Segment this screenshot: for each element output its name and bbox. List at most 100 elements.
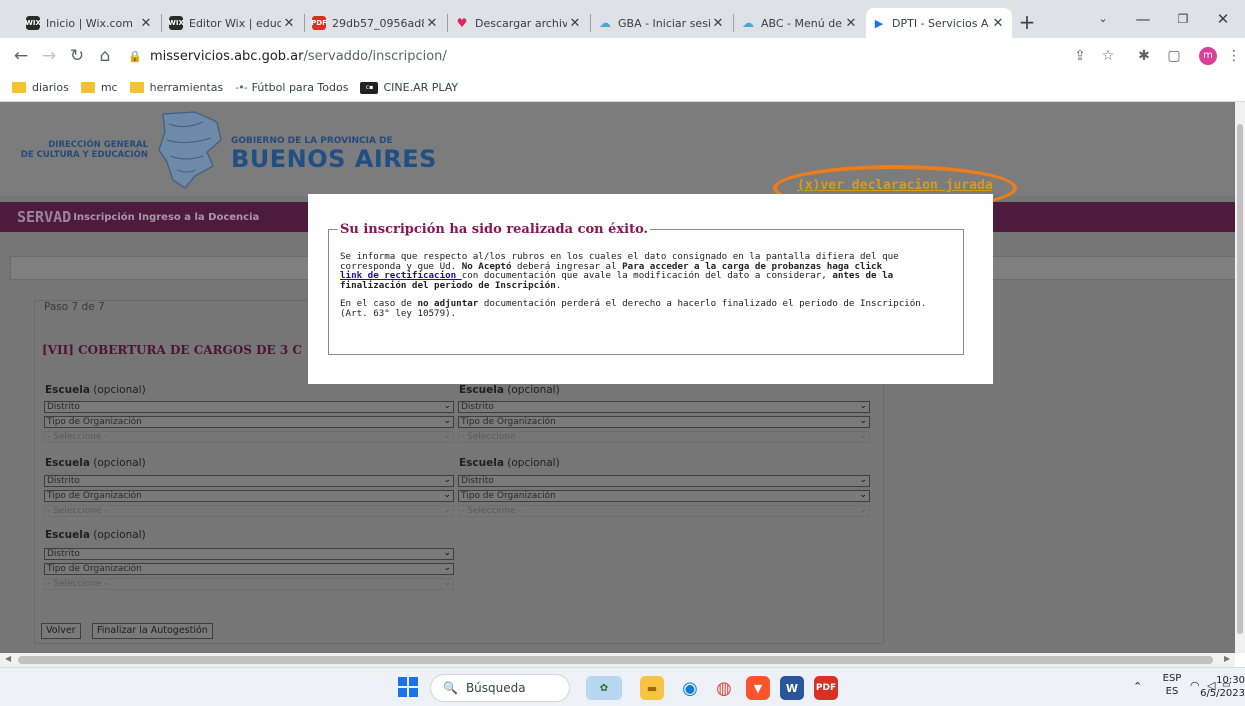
minimize-icon[interactable]: — [1123,8,1163,30]
cloud-icon: ☁ [742,16,754,30]
close-icon[interactable]: ✕ [990,16,1006,31]
back-icon[interactable]: ← [8,43,34,69]
escuela-label: Escuela (opcional) [459,384,560,396]
tab-separator [161,14,162,32]
windows-start-icon[interactable] [398,677,418,697]
chevron-up-icon[interactable]: ⌃ [1133,680,1142,693]
bookmark-star-icon[interactable]: ☆ [1096,44,1120,68]
tab-label: GBA - Iniciar sesi [618,16,710,30]
vertical-scrollbar[interactable] [1235,102,1245,653]
close-window-icon[interactable]: ✕ [1203,8,1243,30]
edge-icon[interactable]: ◉ [678,676,702,700]
acrobat-icon[interactable]: PDF [814,676,838,700]
tab-strip: WIX Inicio | Wix.com ✕ WIX Editor Wix | … [0,0,1245,38]
scrollbar-thumb[interactable] [1237,124,1243,634]
establecimiento-select[interactable]: - Seleccione - ⌄ [458,505,870,517]
tab-wix-editor[interactable]: WIX Editor Wix | educ ✕ [163,8,303,38]
tab-gba[interactable]: ☁ GBA - Iniciar sesi ✕ [592,8,732,38]
new-tab-button[interactable]: + [1014,10,1040,36]
heart-icon: ♥ [456,16,468,30]
tab-wix-inicio[interactable]: WIX Inicio | Wix.com ✕ [20,8,160,38]
bookmark-mc[interactable]: mc [80,81,118,94]
dialog-body: Se informa que respecto al/los rubros en… [340,252,955,328]
scroll-right-icon[interactable]: ▶ [1224,654,1230,663]
tab-separator [590,14,591,32]
taskbar: 🔍 Búsqueda ✿ ▬ ◉ ◍ ▼ W PDF ⌃ ESP ES ◠ ◁ ▭… [0,667,1245,706]
tab-abc[interactable]: ☁ ABC - Menú de A ✕ [735,8,865,38]
tipo-org-select[interactable]: Tipo de Organización ⌄ [44,416,454,428]
profile-avatar[interactable]: m [1199,47,1217,65]
close-icon[interactable]: ✕ [567,16,583,31]
tab-search-icon[interactable]: ⌄ [1083,8,1123,30]
reload-icon[interactable]: ↻ [64,43,90,69]
escuela-label: Escuela (opcional) [45,457,146,469]
url-host: misservicios.abc.gob.ar [150,48,304,64]
widgets-icon[interactable]: ✿ [586,676,622,700]
close-icon[interactable]: ✕ [710,16,726,31]
wix-icon: WIX [25,16,41,30]
word-icon[interactable]: W [780,676,804,700]
escuela-label: Escuela (opcional) [45,529,146,541]
escuela-label: Escuela (opcional) [45,384,146,396]
establecimiento-select[interactable]: - Seleccione - ⌄ [44,431,454,443]
establecimiento-select[interactable]: - Seleccione - ⌄ [458,431,870,443]
scrollbar-thumb[interactable] [18,656,1213,664]
tipo-org-select[interactable]: Tipo de Organización ⌄ [44,490,454,502]
file-explorer-icon[interactable]: ▬ [640,676,664,700]
extensions-icon[interactable]: ✱ [1132,44,1156,68]
bookmark-futbol[interactable]: -•- Fútbol para Todos [235,81,348,94]
pdf-icon: PDF [311,16,327,30]
tab-dpti[interactable]: ▶ DPTI - Servicios A ✕ [866,8,1012,38]
close-icon[interactable]: ✕ [138,16,154,31]
language-indicator[interactable]: ESP ES [1158,672,1186,698]
tipo-org-select[interactable]: Tipo de Organización ⌄ [44,563,454,575]
bookmark-herramientas[interactable]: herramientas [129,81,223,94]
brave-icon[interactable]: ▼ [746,676,770,700]
success-dialog: Su inscripción ha sido realizada con éxi… [308,194,993,384]
address-bar[interactable]: 🔒 misservicios.abc.gob.ar/servaddo/inscr… [124,43,1059,69]
buenos-aires-text: BUENOS AIRES [231,145,437,173]
bookmark-label: diarios [32,81,69,94]
distrito-select[interactable]: Distrito ⌄ [458,475,870,487]
tipo-org-select[interactable]: Tipo de Organización ⌄ [458,490,870,502]
chevron-down-icon: ⌄ [443,563,451,573]
tab-label: 29db57_0956ad8 [332,16,424,30]
volver-button[interactable]: Volver [41,623,81,639]
home-icon[interactable]: ⌂ [92,43,118,69]
chevron-down-icon: ⌄ [443,548,451,558]
dialog-paragraph-1: Se informa que respecto al/los rubros en… [340,251,899,291]
distrito-select[interactable]: Distrito ⌄ [44,548,454,560]
scroll-left-icon[interactable]: ◀ [5,654,11,663]
chrome-icon[interactable]: ◍ [712,676,736,700]
taskbar-search[interactable]: 🔍 Búsqueda [430,674,570,702]
tab-pdf[interactable]: PDF 29db57_0956ad8 ✕ [306,8,446,38]
establecimiento-select[interactable]: - Seleccione - ⌄ [44,505,454,517]
url-path: /servaddo/inscripcion/ [303,48,447,64]
cinear-icon: c▪ [360,81,379,94]
chevron-down-icon: ⌄ [443,505,451,515]
section-title: [VII] COBERTURA DE CARGOS DE 3 C [42,343,302,357]
close-icon[interactable]: ✕ [843,16,859,31]
share-icon[interactable]: ⇪ [1068,44,1092,68]
establecimiento-select[interactable]: - Seleccione - ⌄ [44,578,454,590]
finalizar-button[interactable]: Finalizar la Autogestión [92,623,213,639]
bookmark-diarios[interactable]: diarios [12,81,69,94]
close-icon[interactable]: ✕ [281,16,297,31]
folder-icon [80,82,95,93]
forward-icon[interactable]: → [36,43,62,69]
close-icon[interactable]: ✕ [424,16,440,31]
distrito-select[interactable]: Distrito ⌄ [44,401,454,413]
tipo-org-select[interactable]: Tipo de Organización ⌄ [458,416,870,428]
chevron-down-icon: ⌄ [443,416,451,426]
distrito-select[interactable]: Distrito ⌄ [44,475,454,487]
bookmark-cinear[interactable]: c▪ CINE.AR PLAY [360,81,458,94]
tab-descargar[interactable]: ♥ Descargar archivo ✕ [449,8,589,38]
menu-icon[interactable]: ⋮ [1222,44,1245,68]
distrito-select[interactable]: Distrito ⌄ [458,401,870,413]
bookmark-label: CINE.AR PLAY [383,81,459,94]
chevron-down-icon: ⌄ [859,475,867,485]
restore-icon[interactable]: ❐ [1163,8,1203,30]
side-panel-icon[interactable]: ▢ [1162,44,1186,68]
horizontal-scrollbar[interactable]: ◀ ▶ [0,653,1235,667]
tab-separator [304,14,305,32]
